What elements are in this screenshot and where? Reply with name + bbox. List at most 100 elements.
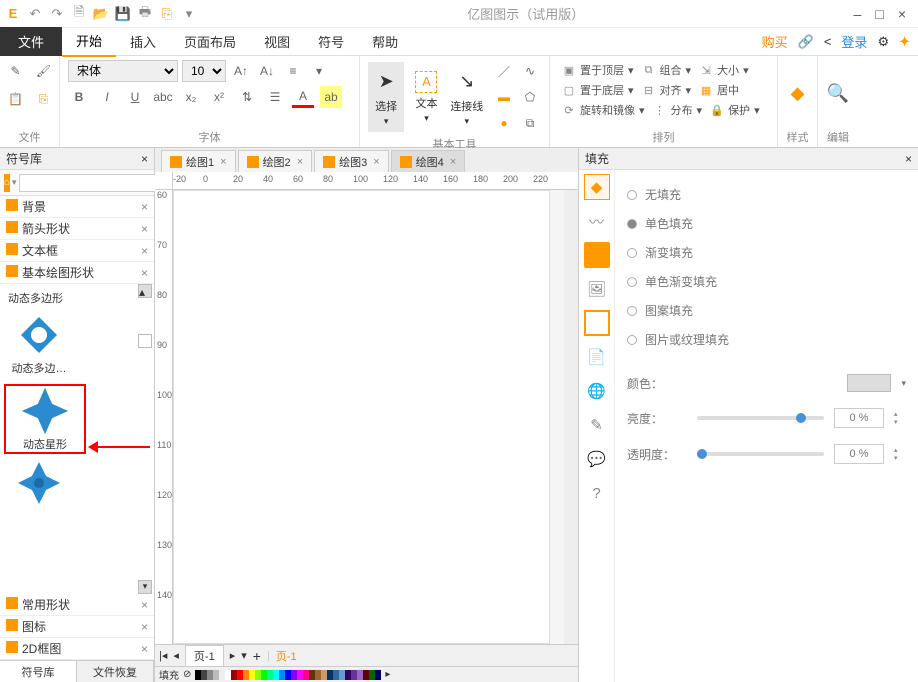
font-name-select[interactable]: 宋体: [68, 60, 178, 82]
ellipse-shape-icon[interactable]: ●: [493, 112, 515, 134]
redo-icon[interactable]: ↷: [48, 5, 66, 23]
color-dropdown-icon[interactable]: ▾: [901, 378, 906, 389]
highlight-icon[interactable]: ab: [320, 86, 342, 108]
brightness-slider[interactable]: [697, 416, 824, 420]
file-menu[interactable]: 文件: [0, 27, 62, 56]
align-button[interactable]: ⊟对齐▾: [638, 80, 696, 100]
drawing-canvas[interactable]: [173, 190, 550, 644]
shape-tab-icon[interactable]: [584, 242, 610, 268]
close-icon[interactable]: ×: [141, 200, 148, 214]
menu-symbol[interactable]: 符号: [304, 27, 358, 56]
select-tool[interactable]: ➤ 选择 ▾: [368, 62, 404, 132]
subscript-icon[interactable]: x₂: [180, 86, 202, 108]
crop-icon[interactable]: ⧉: [519, 112, 541, 134]
category-basic-shapes[interactable]: 基本绘图形状×: [0, 262, 154, 284]
save-icon[interactable]: 💾: [114, 5, 132, 23]
no-fill-icon[interactable]: ⊘: [183, 669, 191, 680]
close-icon[interactable]: ×: [373, 156, 379, 168]
shape-polygon[interactable]: 动态多边…: [4, 310, 74, 376]
close-icon[interactable]: ×: [141, 222, 148, 236]
scroll-thumb[interactable]: [138, 334, 152, 348]
fill-solid-option[interactable]: 单色填充: [627, 209, 906, 238]
line-tab-icon[interactable]: 〰: [584, 208, 610, 234]
menu-layout[interactable]: 页面布局: [170, 27, 250, 56]
tab-recover[interactable]: 文件恢复: [77, 661, 154, 682]
scroll-down-button[interactable]: ▾: [138, 580, 152, 594]
close-icon[interactable]: ×: [297, 156, 303, 168]
close-icon[interactable]: ×: [141, 244, 148, 258]
copy-icon[interactable]: ⎘: [33, 88, 55, 110]
prev-page-icon[interactable]: ◂: [173, 649, 179, 662]
style-icon[interactable]: ◆: [787, 83, 809, 105]
scroll-up-button[interactable]: ▴: [138, 284, 152, 298]
category-background[interactable]: 背景×: [0, 196, 154, 218]
edit-tab-icon[interactable]: ✎: [584, 412, 610, 438]
close-icon[interactable]: ×: [450, 156, 456, 168]
fill-gradient-option[interactable]: 渐变填充: [627, 238, 906, 267]
category-common[interactable]: 常用形状×: [0, 594, 154, 616]
connector-tool[interactable]: ↘ 连接线 ▾: [449, 62, 485, 132]
category-arrows[interactable]: 箭头形状×: [0, 218, 154, 240]
opacity-value[interactable]: 0 %: [834, 444, 884, 464]
qat-dropdown-icon[interactable]: ▾: [180, 5, 198, 23]
tab-library[interactable]: 符号库: [0, 661, 77, 682]
curve-icon[interactable]: ∿: [519, 60, 541, 82]
rect-shape-icon[interactable]: ▬: [493, 86, 515, 108]
font-size-select[interactable]: 10: [182, 60, 226, 82]
fill-texture-option[interactable]: 图片或纹理填充: [627, 325, 906, 354]
page-dropdown-icon[interactable]: ▾: [241, 649, 247, 662]
category-2d[interactable]: 2D框图×: [0, 638, 154, 660]
bold-icon[interactable]: B: [68, 86, 90, 108]
search-input[interactable]: [19, 174, 167, 192]
panel-close-icon[interactable]: ×: [905, 152, 912, 166]
login-link[interactable]: 登录: [841, 32, 867, 51]
strike-icon[interactable]: abc: [152, 86, 174, 108]
align-left-icon[interactable]: ≡: [282, 60, 304, 82]
palette-next-icon[interactable]: ▸: [385, 669, 390, 680]
next-page-icon[interactable]: ▸: [230, 649, 236, 662]
center-button[interactable]: ▦居中: [695, 80, 743, 100]
increase-font-icon[interactable]: A↑: [230, 60, 252, 82]
line-height-icon[interactable]: ⇅: [236, 86, 258, 108]
fill-tab-icon[interactable]: ◆: [584, 174, 610, 200]
italic-icon[interactable]: I: [96, 86, 118, 108]
image-tab-icon[interactable]: 🖼: [584, 276, 610, 302]
close-icon[interactable]: ×: [141, 266, 148, 280]
underline-icon[interactable]: U: [124, 86, 146, 108]
doc-tab-4[interactable]: 绘图4×: [391, 150, 466, 172]
brightness-value[interactable]: 0 %: [834, 408, 884, 428]
brush-icon[interactable]: 🖌: [33, 60, 55, 82]
freeform-icon[interactable]: ⬠: [519, 86, 541, 108]
comment-tab-icon[interactable]: 💬: [584, 446, 610, 472]
rotate-button[interactable]: ⟳旋转和镜像▾: [558, 100, 649, 120]
panel-close-icon[interactable]: ×: [141, 152, 148, 166]
help-tab-icon[interactable]: ?: [584, 480, 610, 506]
doc-tab-2[interactable]: 绘图2×: [238, 150, 313, 172]
color-picker[interactable]: [847, 374, 891, 392]
menu-insert[interactable]: 插入: [116, 27, 170, 56]
fill-none-option[interactable]: 无填充: [627, 180, 906, 209]
maximize-button[interactable]: □: [875, 6, 883, 22]
link-icon[interactable]: 🔗: [798, 34, 814, 50]
vertical-scrollbar[interactable]: [564, 190, 578, 644]
font-color-icon[interactable]: A: [292, 86, 314, 108]
shape-star[interactable]: 动态星形: [4, 384, 86, 454]
text-tool[interactable]: A 文本 ▾: [408, 62, 444, 132]
line-shape-icon[interactable]: ／: [493, 60, 515, 82]
format-painter-icon[interactable]: ✎: [5, 60, 27, 82]
bring-front-button[interactable]: ▣置于顶层▾: [558, 60, 638, 80]
group-button[interactable]: ⧉组合▾: [638, 60, 696, 80]
find-icon[interactable]: 🔍: [827, 83, 849, 105]
size-button[interactable]: ⇲大小▾: [695, 60, 753, 80]
buy-link[interactable]: 购买: [762, 32, 788, 51]
menu-help[interactable]: 帮助: [358, 27, 412, 56]
distribute-button[interactable]: ⋮分布▾: [649, 100, 707, 120]
category-icons[interactable]: 图标×: [0, 616, 154, 638]
fill-mono-gradient-option[interactable]: 单色渐变填充: [627, 267, 906, 296]
align-dropdown-icon[interactable]: ▾: [308, 60, 330, 82]
page-tab[interactable]: 页-1: [185, 645, 224, 667]
opacity-slider[interactable]: [697, 452, 824, 456]
menu-start[interactable]: 开始: [62, 26, 116, 57]
paste-icon[interactable]: 📋: [5, 88, 27, 110]
first-page-icon[interactable]: |◂: [159, 649, 167, 662]
